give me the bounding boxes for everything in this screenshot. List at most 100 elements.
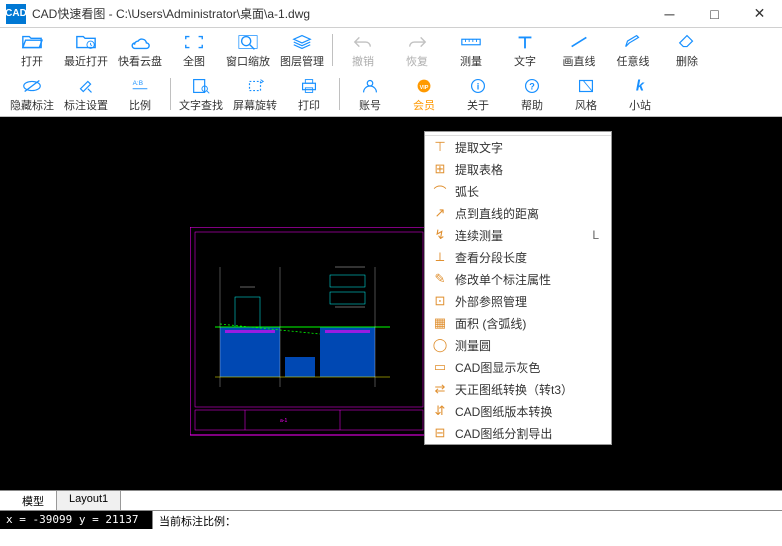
menu-icon: ⊞ — [429, 161, 451, 177]
anyline-button[interactable]: 任意线 — [606, 30, 660, 70]
redo-icon — [406, 32, 428, 52]
user-icon — [359, 76, 381, 96]
context-menu: ⊤提取文字⊞提取表格⌒弧长↗点到直线的距离↯连续测量L⟂查看分段长度✎修改单个标… — [424, 131, 612, 445]
menu-item-0[interactable]: ⊤提取文字 — [425, 136, 611, 158]
menu-icon: ▭ — [429, 359, 451, 375]
svg-text:A:B: A:B — [133, 80, 143, 87]
toolbar-row-2: 隐藏标注 标注设置 A:B比例 文字查找 屏幕旋转 打印 账号 VIP会员 i关… — [0, 72, 782, 116]
svg-text:k: k — [636, 78, 645, 94]
layer-button[interactable]: 图层管理 — [275, 30, 329, 70]
eye-off-icon — [21, 76, 43, 96]
menu-item-11[interactable]: ⇄天正图纸转换（转t3） — [425, 378, 611, 400]
menu-icon: ▦ — [429, 315, 451, 331]
menu-icon: ◯ — [429, 337, 451, 353]
print-button[interactable]: 打印 — [282, 74, 336, 114]
style-icon — [575, 76, 597, 96]
help-icon: ? — [521, 76, 543, 96]
menu-text: 外部参照管理 — [451, 293, 599, 310]
cad-drawing: a-1 — [190, 227, 430, 437]
menu-icon: ↗ — [429, 205, 451, 221]
account-button[interactable]: 账号 — [343, 74, 397, 114]
window-title: CAD快速看图 - C:\Users\Administrator\桌面\a-1.… — [32, 5, 647, 22]
print-icon — [298, 76, 320, 96]
undo-button[interactable]: 撤销 — [336, 30, 390, 70]
window-zoom-button[interactable]: 窗口缩放 — [221, 30, 275, 70]
menu-text: CAD图显示灰色 — [451, 359, 599, 376]
menu-text: 连续测量 — [451, 227, 592, 244]
style-button[interactable]: 风格 — [559, 74, 613, 114]
menu-item-13[interactable]: ⊟CAD图纸分割导出 — [425, 422, 611, 444]
redo-button[interactable]: 恢复 — [390, 30, 444, 70]
menu-text: CAD图纸版本转换 — [451, 403, 599, 420]
close-button[interactable]: ✕ — [737, 0, 782, 28]
hide-annotation-button[interactable]: 隐藏标注 — [5, 74, 59, 114]
eraser-icon — [676, 32, 698, 52]
menu-text: 修改单个标注属性 — [451, 271, 599, 288]
menu-item-9[interactable]: ◯测量圆 — [425, 334, 611, 356]
cloud-button[interactable]: 快看云盘 — [113, 30, 167, 70]
svg-text:a-1: a-1 — [280, 418, 287, 424]
menu-item-12[interactable]: ⇵CAD图纸版本转换 — [425, 400, 611, 422]
svg-text:i: i — [477, 81, 480, 91]
coordinates: x = -39099 y = 21137 — [0, 511, 152, 529]
title-bar: CAD CAD快速看图 - C:\Users\Administrator\桌面\… — [0, 0, 782, 28]
menu-icon: ⇵ — [429, 403, 451, 419]
drawing-canvas[interactable]: a-1 — [0, 117, 782, 490]
menu-item-1[interactable]: ⊞提取表格 — [425, 158, 611, 180]
text-search-button[interactable]: 文字查找 — [174, 74, 228, 114]
separator — [332, 34, 333, 66]
tab-layout1[interactable]: Layout1 — [57, 491, 121, 510]
menu-text: 提取文字 — [451, 139, 599, 156]
measure-button[interactable]: 测量 — [444, 30, 498, 70]
clock-folder-icon — [75, 32, 97, 52]
text-button[interactable]: 文字 — [498, 30, 552, 70]
vip-icon: VIP — [413, 76, 435, 96]
svg-text:?: ? — [529, 81, 535, 91]
open-button[interactable]: 打开 — [5, 30, 59, 70]
menu-shortcut: L — [592, 228, 607, 242]
menu-text: 点到直线的距离 — [451, 205, 599, 222]
menu-item-7[interactable]: ⊡外部参照管理 — [425, 290, 611, 312]
maximize-button[interactable]: □ — [692, 0, 737, 28]
full-view-button[interactable]: 全图 — [167, 30, 221, 70]
menu-icon: ⊤ — [429, 139, 451, 155]
menu-item-6[interactable]: ✎修改单个标注属性 — [425, 268, 611, 290]
help-button[interactable]: ?帮助 — [505, 74, 559, 114]
pen-settings-icon — [75, 76, 97, 96]
minimize-button[interactable]: ─ — [647, 0, 692, 28]
menu-text: 面积 (含弧线) — [451, 315, 599, 332]
menu-icon: ⟂ — [429, 249, 451, 265]
line-button[interactable]: 画直线 — [552, 30, 606, 70]
tab-model[interactable]: 模型 — [10, 491, 57, 510]
menu-icon: ⇄ — [429, 381, 451, 397]
menu-item-10[interactable]: ▭CAD图显示灰色 — [425, 356, 611, 378]
recent-button[interactable]: 最近打开 — [59, 30, 113, 70]
layers-icon — [291, 32, 313, 52]
rotate-button[interactable]: 屏幕旋转 — [228, 74, 282, 114]
undo-icon — [352, 32, 374, 52]
separator — [170, 78, 171, 110]
search-doc-icon — [190, 76, 212, 96]
text-icon — [514, 32, 536, 52]
menu-text: 查看分段长度 — [451, 249, 599, 266]
cloud-icon — [129, 32, 151, 52]
menu-item-4[interactable]: ↯连续测量L — [425, 224, 611, 246]
delete-button[interactable]: 删除 — [660, 30, 714, 70]
layout-tabs: 模型 Layout1 — [0, 490, 782, 510]
svg-text:VIP: VIP — [420, 84, 429, 90]
menu-item-8[interactable]: ▦面积 (含弧线) — [425, 312, 611, 334]
menu-item-3[interactable]: ↗点到直线的距离 — [425, 202, 611, 224]
separator — [339, 78, 340, 110]
scale-status: 当前标注比例： — [152, 511, 242, 529]
about-button[interactable]: i关于 — [451, 74, 505, 114]
scale-button[interactable]: A:B比例 — [113, 74, 167, 114]
menu-icon: ↯ — [429, 227, 451, 243]
menu-item-5[interactable]: ⟂查看分段长度 — [425, 246, 611, 268]
mark-settings-button[interactable]: 标注设置 — [59, 74, 113, 114]
menu-item-2[interactable]: ⌒弧长 — [425, 180, 611, 202]
k-icon: k — [629, 76, 651, 96]
vip-button[interactable]: VIP会员 — [397, 74, 451, 114]
menu-icon: ⌒ — [429, 182, 451, 201]
menu-text: 弧长 — [451, 183, 599, 200]
site-button[interactable]: k小站 — [613, 74, 667, 114]
